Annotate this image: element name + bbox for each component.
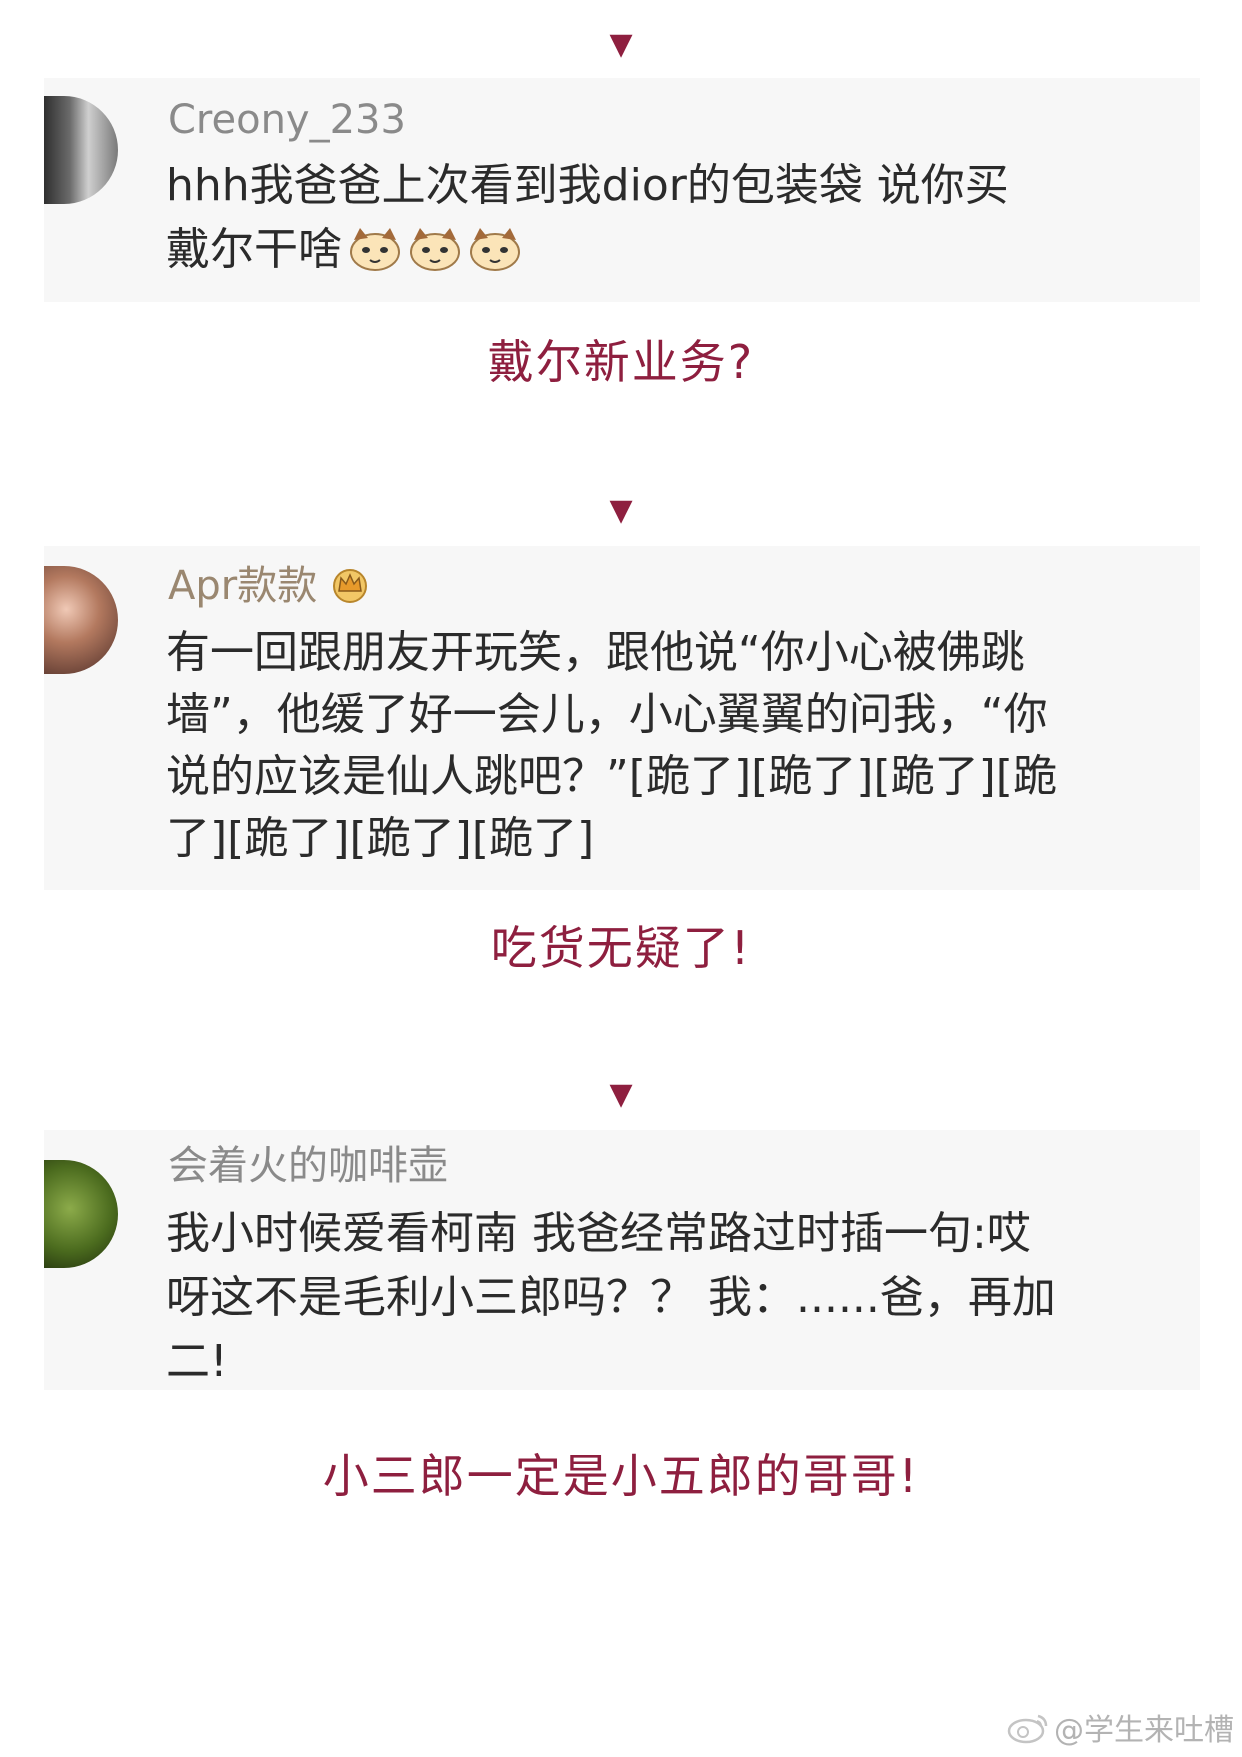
comment-card: 会着火的咖啡壶 我小时候爱看柯南 我爸经常路过时插一句:哎呀这不是毛利小三郎吗？… xyxy=(44,1130,1200,1390)
cat-face-icon xyxy=(348,226,402,290)
section-arrow: ▼ xyxy=(609,493,633,528)
cat-face-icon xyxy=(468,226,522,290)
section-arrow: ▼ xyxy=(609,1077,633,1112)
section-caption: 吃货无疑了! xyxy=(490,921,752,975)
avatar[interactable] xyxy=(44,96,118,204)
username-label: Apr款款 xyxy=(168,563,318,609)
comment-text: hhh我爸爸上次看到我dior的包装袋 说你买戴尔干啥 xyxy=(166,154,1046,290)
crown-icon xyxy=(329,565,371,614)
avatar[interactable] xyxy=(44,566,118,674)
avatar[interactable] xyxy=(44,1160,118,1268)
watermark: @学生来吐槽 xyxy=(1006,1712,1234,1753)
section-arrow: ▼ xyxy=(609,27,633,62)
cat-face-icon xyxy=(408,226,462,290)
username[interactable]: Creony_233 xyxy=(168,96,406,144)
section-caption: 戴尔新业务? xyxy=(487,335,755,389)
section-caption: 小三郎一定是小五郎的哥哥! xyxy=(322,1449,920,1503)
watermark-text: @学生来吐槽 xyxy=(1054,1713,1234,1748)
comment-text: 有一回跟朋友开玩笑，跟他说“你小心被佛跳墙”，他缓了好一会儿，小心翼翼的问我，“… xyxy=(166,627,1057,864)
comment-body: hhh我爸爸上次看到我dior的包装袋 说你买戴尔干啥 xyxy=(166,160,1009,275)
comment-text: 我小时候爱看柯南 我爸经常路过时插一句:哎呀这不是毛利小三郎吗？？ 我：....… xyxy=(166,1208,1056,1387)
weibo-logo-icon xyxy=(1006,1712,1050,1753)
username[interactable]: 会着火的咖啡壶 xyxy=(168,1142,448,1190)
comment-card: Creony_233 hhh我爸爸上次看到我dior的包装袋 说你买戴尔干啥 xyxy=(44,78,1200,302)
username[interactable]: Apr款款 xyxy=(168,562,371,614)
comment-card: Apr款款 有一回跟朋友开玩笑，跟他说“你小心被佛跳墙”，他缓了好一会儿，小心翼… xyxy=(44,546,1200,890)
